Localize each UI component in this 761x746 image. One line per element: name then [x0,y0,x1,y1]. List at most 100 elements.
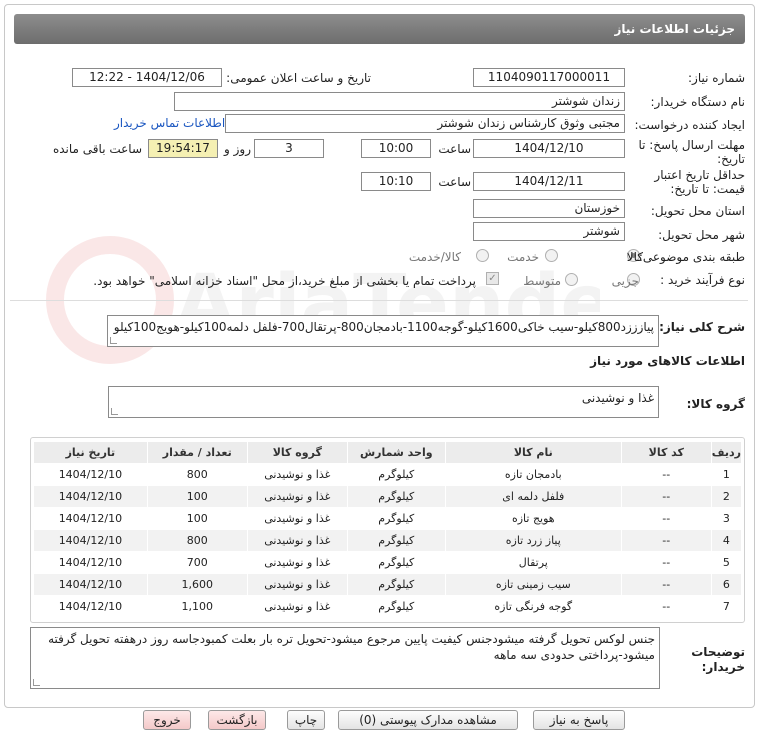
cell-qty: 100 [146,485,248,508]
contact-info-link[interactable]: اطلاعات تماس خریدار [114,116,225,130]
remaining-time-label: ساعت باقی مانده [52,142,142,156]
cell-group: غذا و نوشیدنی [246,529,348,552]
cell-unit: کیلوگرم [346,529,446,552]
category-radio-both[interactable] [476,249,489,262]
table-row: 6 -- سیب زمینی تازه کیلوگرم غذا و نوشیدنی 1,6… [33,573,743,596]
cell-unit: کیلوگرم [346,485,446,508]
cell-code: -- [620,573,712,596]
print-button[interactable]: چاپ [287,710,325,730]
validity-time-label: ساعت [438,175,471,189]
reply-date-field: 1404/12/10 [473,139,625,158]
table-header-row: ردیف کد کالا نام کالا واحد شمارش گروه کا… [33,441,743,464]
cell-date: 1404/12/10 [33,485,148,508]
process-radio-medium[interactable] [565,273,578,286]
cell-name: پرتقال [444,551,622,574]
cell-name: سیب زمینی تازه [444,573,622,596]
reply-deadline-label: مهلت ارسال پاسخ: تا [638,138,745,152]
notes-text: جنس لوکس تحویل گرفته میشودجنس کیفیت پایی… [48,632,655,662]
cell-date: 1404/12/10 [33,507,148,530]
cell-qty: 800 [146,529,248,552]
process-option-medium: متوسط [523,274,561,288]
reply-time-label: ساعت [438,142,471,156]
summary-textarea[interactable]: پیازززد800کیلو-سیب خاکی1600کیلو-گوجه1100… [107,315,659,347]
cell-row: 3 [710,507,743,530]
cell-date: 1404/12/10 [33,529,148,552]
cell-date: 1404/12/10 [33,551,148,574]
cell-name: گوجه فرنگی تازه [444,595,622,618]
goods-group-label: گروه کالا: [686,397,745,411]
creator-label: ایجاد کننده درخواست: [634,118,745,132]
col-qty: تعداد / مقدار [146,441,248,464]
col-name: نام کالا [444,441,622,464]
city-field: شوشتر [473,222,625,241]
cell-qty: 1,100 [146,595,248,618]
resize-grip-icon[interactable] [33,679,40,686]
buyer-field: زندان شوشتر [174,92,625,111]
announce-label: تاریخ و ساعت اعلان عمومی: [226,71,371,85]
goods-info-title: اطلاعات کالاهای مورد نیاز [590,354,745,368]
notes-textarea: جنس لوکس تحویل گرفته میشودجنس کیفیت پایی… [30,627,660,689]
cell-group: غذا و نوشیدنی [246,485,348,508]
cell-group: غذا و نوشیدنی [246,573,348,596]
back-button[interactable]: بازگشت [208,710,266,730]
col-group: گروه کالا [246,441,348,464]
announce-field: 1404/12/06 - 12:22 [72,68,222,87]
cell-date: 1404/12/10 [33,463,148,486]
reply-deadline-label-2: تاریخ: [717,152,745,166]
cell-date: 1404/12/10 [33,595,148,618]
process-option-minor: جزیی [611,274,639,288]
goods-group-field: غذا و نوشیدنی [108,386,659,418]
cell-code: -- [620,485,712,508]
cell-row: 1 [710,463,743,486]
category-option-goods: کالا [626,250,643,264]
panel-header: جزئیات اطلاعات نیاز [14,14,745,44]
resize-grip-icon[interactable] [110,337,117,344]
need-number-field: 1104090117000011 [473,68,625,87]
process-label: نوع فرآیند خرید : [660,273,745,287]
items-table: ردیف کد کالا نام کالا واحد شمارش گروه کا… [33,441,743,618]
cell-group: غذا و نوشیدنی [246,551,348,574]
resize-grip-icon[interactable] [111,408,118,415]
need-number-label: شماره نیاز: [688,71,745,85]
reply-button[interactable]: پاسخ به نیاز [533,710,625,730]
summary-label: شرح کلی نیاز: [659,320,745,334]
cell-row: 5 [710,551,743,574]
cell-code: -- [620,551,712,574]
col-code: کد کالا [620,441,712,464]
cell-name: فلفل دلمه ای [444,485,622,508]
exit-button[interactable]: خروج [143,710,191,730]
payment-checkbox[interactable]: ✓ [486,272,499,285]
category-radio-service[interactable] [545,249,558,262]
table-row: 2 -- فلفل دلمه ای کیلوگرم غذا و نوشیدنی 100 14… [33,485,743,508]
category-label: طبقه بندی موضوعی: [638,250,745,264]
province-label: استان محل تحویل: [650,204,745,218]
validity-label-2: قیمت: تا تاریخ: [670,182,745,196]
cell-unit: کیلوگرم [346,595,446,618]
buyer-label: نام دستگاه خریدار: [650,95,746,109]
notes-label: توضیحات [691,645,745,659]
cell-code: -- [620,595,712,618]
divider [10,300,748,301]
category-option-service: خدمت [507,250,539,264]
col-unit: واحد شمارش [346,441,446,464]
validity-date-field: 1404/12/11 [473,172,625,191]
cell-code: -- [620,529,712,552]
validity-time-field: 10:10 [361,172,431,191]
cell-row: 7 [710,595,743,618]
city-label: شهر محل تحویل: [658,228,745,242]
province-field: خوزستان [473,199,625,218]
validity-label: حداقل تاریخ اعتبار [654,168,745,182]
cell-date: 1404/12/10 [33,573,148,596]
cell-code: -- [620,463,712,486]
cell-row: 4 [710,529,743,552]
cell-unit: کیلوگرم [346,551,446,574]
cell-qty: 1,600 [146,573,248,596]
view-attachments-button[interactable]: مشاهده مدارک پیوستی (0) [338,710,518,730]
table-row: 1 -- بادمجان تازه کیلوگرم غذا و نوشیدنی 800 14… [33,463,743,486]
cell-row: 6 [710,573,743,596]
cell-group: غذا و نوشیدنی [246,595,348,618]
col-row: ردیف [710,441,743,464]
cell-name: بادمجان تازه [444,463,622,486]
table-row: 4 -- پیاز زرد تازه کیلوگرم غذا و نوشیدنی 800 1… [33,529,743,552]
days-label: روز و [224,142,251,156]
